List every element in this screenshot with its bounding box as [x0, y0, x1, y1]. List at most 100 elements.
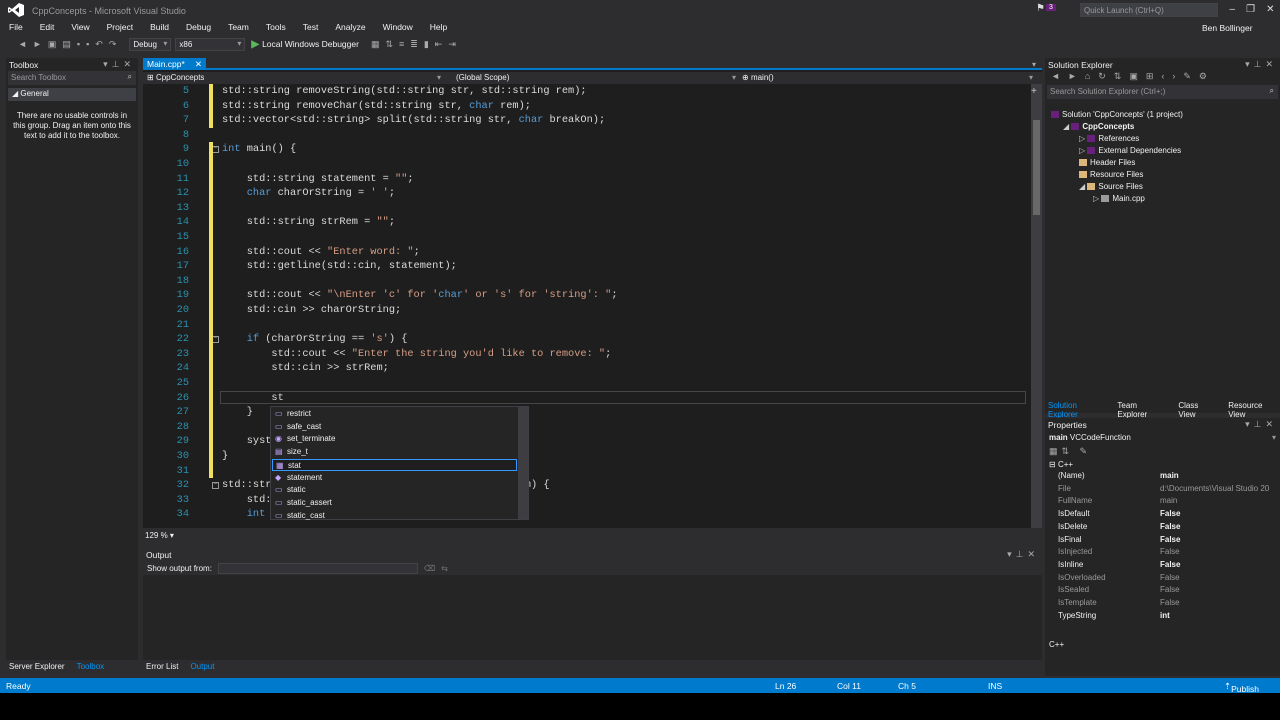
menu-file[interactable]: File — [0, 20, 31, 35]
property-value[interactable]: False — [1160, 573, 1278, 582]
tree-item[interactable]: ◢ Source Files — [1079, 182, 1143, 191]
project-dropdown[interactable]: ⊞ CppConcepts — [147, 73, 204, 82]
menu-team[interactable]: Team — [219, 20, 257, 35]
property-row[interactable]: IsDefault False — [1058, 509, 1280, 522]
comment-icon[interactable]: ≡ — [399, 39, 404, 49]
pane-controls[interactable]: ▾⊥✕ — [1007, 549, 1039, 560]
property-row[interactable]: IsSealed False — [1058, 585, 1280, 598]
close-icon[interactable]: ✕ — [1266, 4, 1274, 15]
open-file-icon[interactable]: ▤ — [62, 39, 71, 50]
member-dropdown[interactable]: ⊕ main() — [742, 73, 774, 82]
menu-tools[interactable]: Tools — [257, 20, 294, 35]
output-source-dropdown[interactable] — [217, 562, 418, 574]
menu-project[interactable]: Project — [98, 20, 141, 35]
step-icon[interactable]: ⇅ — [385, 39, 393, 50]
solution-configuration-dropdown[interactable]: Debug — [129, 37, 172, 51]
property-value[interactable]: main — [1160, 471, 1278, 480]
expand-arrow-icon[interactable]: ▷ — [1079, 146, 1087, 155]
property-row[interactable]: TypeString int — [1058, 611, 1280, 624]
user-name[interactable]: Ben Bollinger — [1202, 23, 1253, 33]
clear-all-icon[interactable]: ⌫ — [424, 564, 435, 573]
save-icon[interactable]: ▪ — [77, 39, 80, 49]
tree-item[interactable]: ▷ External Dependencies — [1079, 146, 1181, 155]
forward-icon[interactable]: ► — [33, 39, 42, 49]
browse-icon[interactable]: ▦ — [371, 39, 380, 50]
property-row[interactable]: IsDelete False — [1058, 522, 1280, 535]
menu-view[interactable]: View — [62, 20, 97, 35]
next-bookmark-icon[interactable]: ⇥ — [448, 39, 456, 50]
tab-main-cpp[interactable]: Main.cpp* ✕ — [143, 58, 206, 70]
expand-arrow-icon[interactable]: ▷ — [1079, 134, 1087, 143]
editor-scroll-thumb[interactable] — [1033, 120, 1040, 215]
property-value[interactable]: False — [1160, 585, 1278, 594]
menu-build[interactable]: Build — [141, 20, 177, 35]
tab-team-explorer[interactable]: Team Explorer — [1114, 400, 1167, 420]
completion-item[interactable]: ▦ stat — [272, 458, 517, 472]
minimize-icon[interactable]: – — [1230, 4, 1236, 15]
intellisense-scrollbar[interactable] — [518, 407, 528, 519]
notification-count-badge[interactable]: 3 — [1046, 4, 1056, 11]
completion-item[interactable]: ▤ size_t — [272, 446, 517, 459]
publish-button[interactable]: ⇡ Publish — [1224, 681, 1259, 694]
expand-arrow-icon[interactable]: ▷ — [1093, 194, 1101, 203]
uncomment-icon[interactable]: ≣ — [410, 39, 418, 50]
zoom-level[interactable]: 129 % ▾ — [145, 531, 174, 540]
restore-icon[interactable]: ❐ — [1246, 4, 1255, 15]
property-row[interactable]: IsInline False — [1058, 560, 1280, 573]
tree-item[interactable]: ▷ Main.cpp — [1093, 194, 1145, 203]
new-project-icon[interactable]: ▣ — [48, 39, 57, 50]
tree-item[interactable]: Solution 'CppConcepts' (1 project) — [1051, 110, 1183, 119]
tree-item[interactable]: Header Files — [1079, 158, 1135, 167]
tab-error-list[interactable]: Error List — [143, 661, 181, 672]
completion-item[interactable]: ◆ statement — [272, 472, 517, 485]
completion-item[interactable]: ▭ static_assert — [272, 497, 517, 510]
tab-server-explorer[interactable]: Server Explorer — [6, 661, 68, 674]
menu-test[interactable]: Test — [294, 20, 327, 35]
bookmark-icon[interactable]: ▮ — [424, 39, 429, 50]
property-value[interactable]: int — [1160, 611, 1278, 620]
scope-dropdown-arrow-icon[interactable]: ▾ — [732, 73, 736, 82]
expand-arrow-icon[interactable]: ◢ — [1063, 122, 1071, 131]
start-debugging-button[interactable]: ▶ Local Windows Debugger — [251, 39, 359, 50]
property-value[interactable]: main — [1160, 496, 1278, 505]
pane-controls[interactable]: ▾⊥✕ — [1245, 59, 1277, 70]
fold-toggle-icon[interactable]: − — [212, 482, 219, 490]
property-row[interactable]: (Name) main — [1058, 471, 1280, 484]
property-value[interactable]: False — [1160, 522, 1278, 531]
notifications-flag-icon[interactable]: ⚑ — [1036, 3, 1045, 14]
word-wrap-icon[interactable]: ⇆ — [441, 564, 448, 573]
tab-resource-view[interactable]: Resource View — [1225, 400, 1280, 420]
property-row[interactable]: IsFinal False — [1058, 535, 1280, 548]
solution-platform-dropdown[interactable]: x86 — [175, 37, 246, 51]
property-row[interactable]: File d:\Documents\Visual Studio 20 — [1058, 484, 1280, 497]
tab-overflow-icon[interactable]: ▾ — [1032, 60, 1036, 69]
pane-controls[interactable]: ▾⊥✕ — [1245, 419, 1277, 430]
quick-launch-input[interactable]: Quick Launch (Ctrl+Q) — [1080, 3, 1218, 17]
fold-toggle-icon[interactable]: − — [212, 336, 219, 344]
property-value[interactable]: False — [1160, 547, 1278, 556]
toolbox-search-input[interactable]: Search Toolbox ⌕ — [8, 71, 136, 85]
solution-explorer-toolbar[interactable]: ◄►⌂↻⇅▣⊞‹›✎⚙ — [1045, 71, 1280, 85]
redo-icon[interactable]: ↷ — [109, 39, 117, 50]
menu-debug[interactable]: Debug — [177, 20, 219, 35]
property-value[interactable]: False — [1160, 598, 1278, 607]
property-row[interactable]: IsTemplate False — [1058, 598, 1280, 611]
member-dropdown-arrow-icon[interactable]: ▾ — [1029, 73, 1033, 82]
tab-solution-explorer[interactable]: Solution Explorer — [1045, 400, 1106, 420]
menu-window[interactable]: Window — [374, 20, 421, 35]
prev-bookmark-icon[interactable]: ⇤ — [435, 39, 443, 50]
property-value[interactable]: False — [1160, 535, 1278, 544]
toolbox-group-general[interactable]: ◢ General — [8, 88, 136, 101]
property-row[interactable]: FullName main — [1058, 496, 1280, 509]
properties-object-selector[interactable]: main VCCodeFunction ▾ — [1045, 431, 1280, 445]
completion-item[interactable]: ◉ set_terminate — [272, 433, 517, 446]
solution-explorer-search-input[interactable]: Search Solution Explorer (Ctrl+;) ⌕ — [1047, 85, 1278, 99]
save-all-icon[interactable]: ▪ — [86, 39, 89, 49]
property-value[interactable]: d:\Documents\Visual Studio 20 — [1160, 484, 1278, 493]
property-row[interactable]: IsInjected False — [1058, 547, 1280, 560]
close-tab-icon[interactable]: ✕ — [195, 59, 202, 69]
completion-item[interactable]: ▭ restrict — [272, 408, 517, 421]
tab-output[interactable]: Output — [187, 661, 217, 672]
scope-dropdown[interactable]: (Global Scope) — [456, 73, 509, 82]
split-editor-icon[interactable]: + — [1031, 86, 1037, 97]
